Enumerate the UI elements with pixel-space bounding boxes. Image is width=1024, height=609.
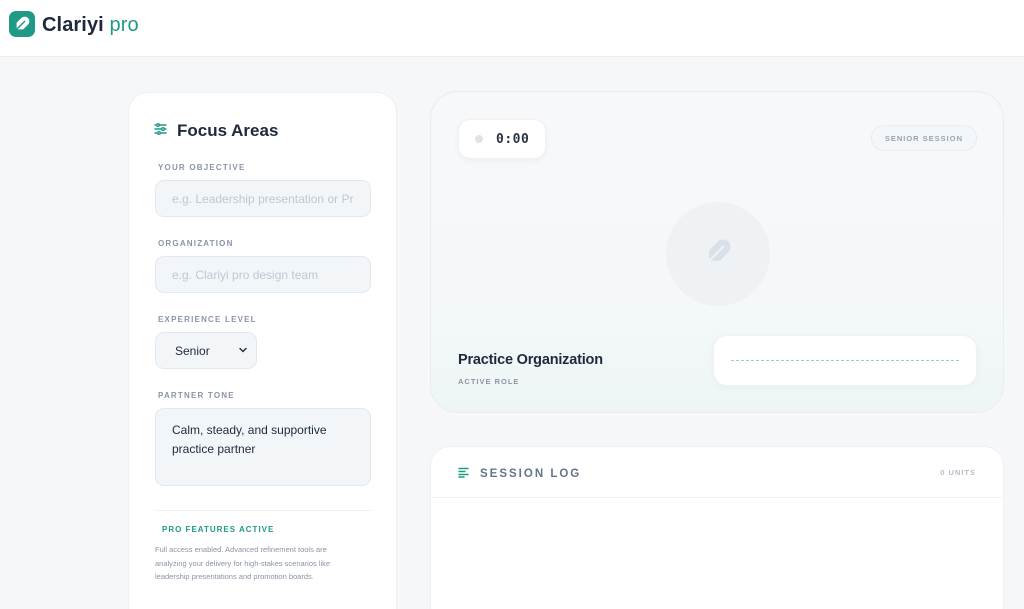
list-icon	[458, 465, 469, 483]
session-timer: 0:00	[458, 119, 546, 159]
session-log-title: SESSION LOG	[480, 468, 582, 480]
session-log-units: 0 UNITS	[940, 468, 976, 477]
organization-input[interactable]	[155, 256, 371, 293]
pro-features-title: PRO FEATURES ACTIVE	[162, 525, 275, 534]
partner-tone-label: PARTNER TONE	[158, 391, 235, 400]
divider	[431, 497, 1003, 498]
focus-areas-title: Focus Areas	[177, 121, 279, 140]
objective-input[interactable]	[155, 180, 371, 217]
experience-level-value: Senior	[175, 343, 210, 358]
waveform-line	[731, 360, 959, 361]
session-log-header: SESSION LOG	[458, 465, 581, 483]
organization-label: ORGANIZATION	[158, 239, 234, 248]
session-level-badge: SENIOR SESSION	[870, 125, 977, 151]
brand-main: Clariyi	[42, 14, 104, 36]
top-bar: Clariyi pro	[0, 0, 1024, 57]
session-log-panel: SESSION LOG 0 UNITS	[430, 446, 1004, 609]
pro-features-description: Full access enabled. Advanced refinement…	[155, 545, 331, 581]
feather-icon	[703, 237, 733, 272]
timer-value: 0:00	[496, 131, 530, 147]
brand-accent: pro	[109, 14, 139, 36]
partner-tone-textarea[interactable]: Calm, steady, and supportive practice pa…	[155, 408, 371, 486]
experience-level-label: EXPERIENCE LEVEL	[158, 315, 257, 324]
practice-stage-panel: 0:00 SENIOR SESSION Practice Organizatio…	[430, 91, 1004, 413]
objective-label: YOUR OBJECTIVE	[158, 163, 246, 172]
audio-waveform	[713, 335, 977, 386]
active-role-label: ACTIVE ROLE	[458, 377, 520, 386]
brand-name[interactable]: Clariyi pro	[42, 14, 139, 37]
experience-level-select[interactable]: Senior	[155, 332, 257, 369]
divider	[155, 510, 371, 511]
partner-avatar	[666, 202, 770, 306]
active-role-name: Practice Organization	[458, 352, 603, 368]
recording-status-dot	[475, 135, 483, 143]
focus-areas-header: Focus Areas	[154, 121, 278, 141]
sliders-icon	[154, 122, 167, 140]
logo-feather-icon[interactable]	[9, 11, 35, 37]
focus-areas-panel: Focus Areas YOUR OBJECTIVE ORGANIZATION …	[128, 92, 397, 609]
chevron-down-icon	[238, 344, 248, 358]
